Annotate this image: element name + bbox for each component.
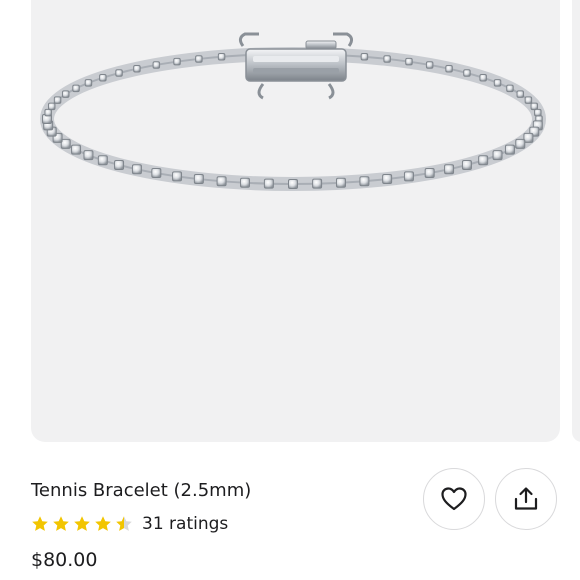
bracelet-gem xyxy=(534,108,542,117)
product-image-card[interactable] xyxy=(31,0,560,442)
product-listing-page: Tennis Bracelet (2.5mm) 31 ratings $80.0… xyxy=(0,0,580,580)
tennis-bracelet-image xyxy=(40,32,546,191)
bracelet-gem xyxy=(312,178,323,189)
bracelet-gem xyxy=(83,150,94,161)
bracelet-gem xyxy=(216,176,227,187)
product-title[interactable]: Tennis Bracelet (2.5mm) xyxy=(31,480,251,501)
bracelet-gem xyxy=(335,177,346,188)
bracelet-gem xyxy=(61,90,70,98)
bracelet-gem xyxy=(72,84,80,93)
bracelet-gem xyxy=(115,69,123,77)
bracelet-gem xyxy=(516,90,525,98)
bracelet-gem xyxy=(173,57,181,66)
bracelet-gem xyxy=(131,164,142,175)
bracelet-gem xyxy=(403,171,414,182)
bracelet-gem xyxy=(515,138,526,149)
star-icon xyxy=(53,516,69,531)
bracelet-gem xyxy=(263,178,274,189)
bracelet-gem xyxy=(53,96,62,104)
bracelet-gem xyxy=(463,69,471,77)
heart-icon xyxy=(441,487,467,511)
bracelet-gem xyxy=(360,53,369,61)
bracelet-gem xyxy=(44,108,52,117)
star-rating xyxy=(31,515,133,533)
bracelet-gem xyxy=(193,174,204,185)
star-icon xyxy=(95,516,111,531)
bracelet-gem xyxy=(172,171,183,182)
bracelet-gem xyxy=(492,150,503,161)
bracelet-gem xyxy=(195,55,203,63)
bracelet-gem xyxy=(425,61,434,69)
bracelet-gem xyxy=(383,55,391,63)
product-price: $80.00 xyxy=(31,549,98,571)
bracelet-gem xyxy=(114,159,125,170)
bracelet-gem xyxy=(444,164,455,175)
bracelet-gem xyxy=(240,177,251,188)
bracelet-gem xyxy=(288,179,298,189)
next-image-card[interactable] xyxy=(572,0,580,442)
favorite-button[interactable] xyxy=(423,468,485,530)
bracelet-gem xyxy=(479,74,487,82)
bracelet-gem xyxy=(506,84,514,93)
bracelet-gem xyxy=(133,65,141,73)
share-icon xyxy=(514,487,538,510)
bracelet-gem xyxy=(445,65,453,73)
bracelet-gem xyxy=(152,61,161,69)
bracelet-gem xyxy=(530,102,539,111)
bracelet-gem xyxy=(47,102,56,111)
bracelet-gem xyxy=(359,176,370,187)
star-icon xyxy=(116,516,132,531)
bracelet-gem xyxy=(424,168,435,179)
bracelet-gem xyxy=(151,168,162,179)
bracelet-gem xyxy=(405,57,413,66)
bracelet-gem xyxy=(99,74,107,82)
bracelet-gem xyxy=(382,174,393,185)
share-button[interactable] xyxy=(495,468,557,530)
bracelet-gem xyxy=(493,79,502,87)
bracelet-gem xyxy=(71,144,82,155)
bracelet-gem xyxy=(478,155,489,166)
bracelet-gem xyxy=(504,144,515,155)
bracelet-clasp xyxy=(238,32,354,100)
bracelet-gem xyxy=(461,159,472,170)
bracelet-gem xyxy=(217,53,226,61)
star-icon xyxy=(74,516,90,531)
bracelet-gem xyxy=(97,155,108,166)
ratings-count[interactable]: 31 ratings xyxy=(142,514,228,534)
bracelet-gem xyxy=(524,96,533,104)
bracelet-gem xyxy=(84,79,93,87)
rating-row[interactable]: 31 ratings xyxy=(31,513,228,535)
star-icon xyxy=(32,516,48,531)
